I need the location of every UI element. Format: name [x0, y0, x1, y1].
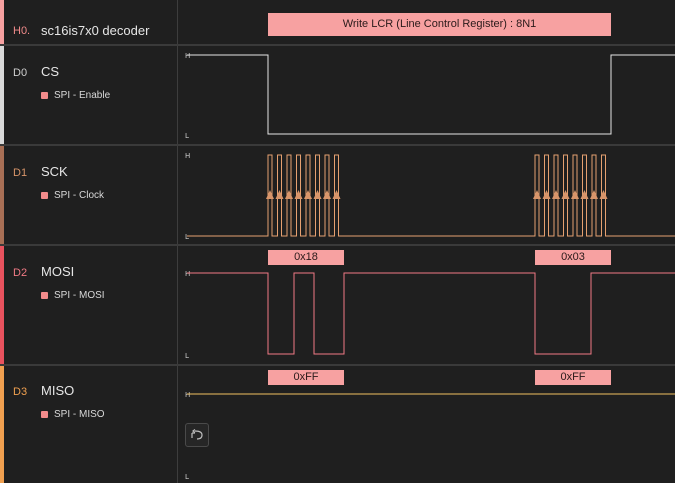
- clock-edge-marker: [561, 190, 570, 199]
- channel-id: D0: [13, 67, 28, 79]
- channel-name: CS: [41, 64, 60, 79]
- channel-row-cs: D0 CS SPI - Enable H L: [0, 46, 675, 144]
- protocol-color-dot: [41, 92, 48, 99]
- clock-edge-marker: [323, 190, 331, 199]
- channel-row-miso: D3 MISO SPI - MISO 0xFF 0xFF H L: [0, 366, 675, 483]
- channel-sub-label-text: SPI - MISO: [54, 409, 105, 420]
- channel-sub-label-text: SPI - MOSI: [54, 290, 105, 301]
- channel-id: D2: [13, 267, 28, 279]
- level-low-label: L: [185, 352, 189, 360]
- level-low-label: L: [185, 132, 189, 140]
- protocol-color-dot: [41, 292, 48, 299]
- level-high-label: H: [185, 270, 190, 278]
- channel-accent-miso: [0, 366, 4, 483]
- channel-label-miso: D3 MISO SPI - MISO: [0, 366, 178, 483]
- decoder-label-cell: H0. sc16is7x0 decoder: [0, 0, 178, 44]
- channel-id: D3: [13, 386, 28, 398]
- channel-accent-sck: [0, 146, 4, 244]
- clock-edge-marker: [599, 190, 608, 199]
- clock-edge-marker: [275, 190, 284, 199]
- channel-label-sck: D1 SCK SPI - Clock: [0, 146, 178, 244]
- channel-sub-label: SPI - Clock: [41, 190, 104, 201]
- clock-edge-marker: [580, 190, 589, 199]
- channel-id: D1: [13, 167, 28, 179]
- decoder-name: sc16is7x0 decoder: [41, 23, 150, 38]
- clock-edge-marker: [294, 190, 303, 199]
- channel-sub-label: SPI - MISO: [41, 409, 105, 420]
- clock-edge-marker: [285, 190, 293, 199]
- channel-label-cs: D0 CS SPI - Enable: [0, 46, 178, 144]
- decoder-id: H0.: [13, 25, 31, 37]
- clock-edge-marker: [266, 190, 274, 199]
- clock-edge-marker: [571, 190, 579, 199]
- waveform-miso: H L: [185, 391, 675, 481]
- clock-edge-marker: [542, 190, 551, 199]
- level-high-label: H: [185, 152, 190, 160]
- channel-row-sck: D1 SCK SPI - Clock H L: [0, 146, 675, 244]
- channel-sub-label-text: SPI - Enable: [54, 90, 111, 101]
- clock-edge-marker: [552, 190, 560, 199]
- channel-accent-mosi: [0, 246, 4, 364]
- channel-label-mosi: D2 MOSI SPI - MOSI: [0, 246, 178, 364]
- channel-row-mosi: D2 MOSI SPI - MOSI 0x18 0x03 H L: [0, 246, 675, 364]
- decoder-accent: [0, 0, 4, 44]
- waveform-sck: H L: [185, 152, 675, 241]
- protocol-color-dot: [41, 192, 48, 199]
- channel-name: SCK: [41, 164, 68, 179]
- channel-sub-label: SPI - MOSI: [41, 290, 105, 301]
- clock-edge-marker: [332, 190, 341, 199]
- clock-edge-marker: [304, 190, 312, 199]
- channel-sub-label: SPI - Enable: [41, 90, 110, 101]
- channel-accent-cs: [0, 46, 4, 144]
- sck-edge-markers: [266, 190, 608, 199]
- protocol-color-dot: [41, 411, 48, 418]
- channel-name: MISO: [41, 383, 75, 398]
- waveform-mosi: H L: [185, 270, 675, 360]
- clock-edge-marker: [313, 190, 322, 199]
- channel-name: MOSI: [41, 264, 75, 279]
- undo-icon: [191, 429, 203, 440]
- clock-edge-marker: [533, 190, 541, 199]
- level-high-label: H: [185, 391, 190, 399]
- undo-button[interactable]: [185, 423, 209, 447]
- decoder-annotation[interactable]: Write LCR (Line Control Register) : 8N1: [268, 13, 611, 36]
- cs-trace: [187, 54, 675, 135]
- clock-edge-marker: [590, 190, 598, 199]
- decoder-row: H0. sc16is7x0 decoder Write LCR (Line Co…: [0, 0, 675, 44]
- level-high-label: H: [185, 52, 190, 60]
- level-low-label: L: [185, 233, 189, 241]
- channel-sub-label-text: SPI - Clock: [54, 190, 105, 201]
- level-low-label: L: [185, 473, 189, 481]
- mosi-trace: [187, 272, 675, 355]
- waveform-cs: H L: [185, 52, 675, 140]
